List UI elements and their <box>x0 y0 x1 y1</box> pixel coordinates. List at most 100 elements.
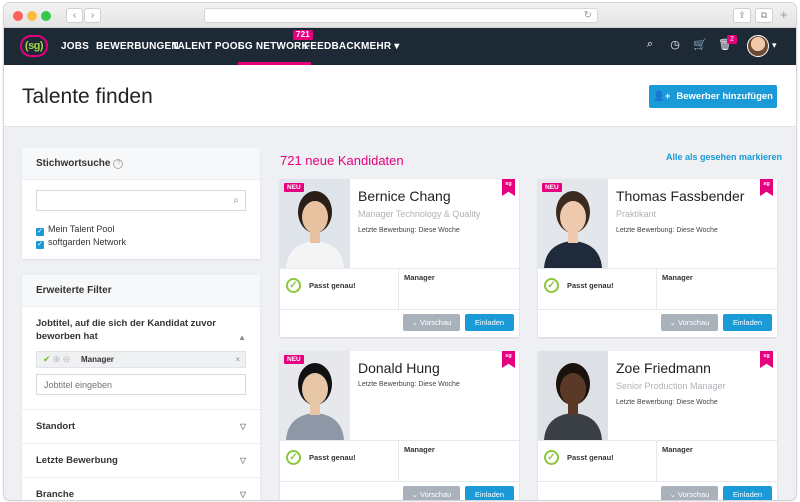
check-circle-icon: ✓ <box>544 278 559 293</box>
accordion-branche[interactable]: Branche ▽ <box>22 477 260 500</box>
invite-button[interactable]: Einladen <box>723 486 772 500</box>
back-icon[interactable]: ‹ <box>66 8 83 23</box>
add-applicant-button[interactable]: 👤+ Bewerber hinzufügen <box>649 85 777 108</box>
candidate-photo[interactable] <box>280 179 350 268</box>
preview-button[interactable]: ⌄ Vorschau <box>661 314 718 331</box>
accordion-letzte-bewerbung[interactable]: Letzte Bewerbung ▽ <box>22 443 260 477</box>
preview-button[interactable]: ⌄ Vorschau <box>403 486 460 500</box>
accordion-standort[interactable]: Standort ▽ <box>22 409 260 443</box>
candidate-card[interactable]: NEU sg Thomas Fassbender Praktikant Letzte B… <box>538 179 777 337</box>
nav-mehr[interactable]: MEHR ▾ <box>361 28 399 65</box>
tag-label: Manager <box>81 355 114 364</box>
candidate-photo[interactable] <box>538 351 608 440</box>
chevron-down-icon[interactable]: ▽ <box>240 410 246 444</box>
sg-network-ribbon-icon: sg <box>760 351 773 368</box>
reload-icon[interactable]: ↻ <box>584 9 592 23</box>
invite-button[interactable]: Einladen <box>465 486 514 500</box>
check-icon[interactable]: ✔ <box>43 354 51 364</box>
chevron-down-icon[interactable]: ▾ <box>772 40 777 51</box>
zoom-window-button[interactable] <box>41 11 51 21</box>
help-icon[interactable]: ? <box>113 159 124 169</box>
jobtitle-filter-text: Jobtitel, auf die sich der Kandidat zuvo… <box>36 318 216 342</box>
candidate-name[interactable]: Donald Hung <box>358 360 440 376</box>
candidate-card[interactable]: NEU sg Donald Hung Letzte Bewerbung: Diese … <box>280 351 519 500</box>
candidate-name[interactable]: Thomas Fassbender <box>616 188 744 204</box>
checkbox-label: softgarden Network <box>48 237 127 247</box>
softgarden-logo[interactable]: (sg) <box>20 35 48 57</box>
checkbox-checked-icon[interactable]: ✓ <box>36 241 44 249</box>
invite-button[interactable]: Einladen <box>465 314 514 331</box>
address-bar[interactable]: ↻ <box>204 8 598 23</box>
candidate-portrait <box>280 351 350 440</box>
keyword-search-title: Stichwortsuche? <box>22 148 260 180</box>
trash-count-badge: 2 <box>727 35 737 44</box>
match-label: Passt genau! <box>309 453 356 462</box>
sg-network-ribbon-icon: sg <box>502 351 515 368</box>
candidate-card[interactable]: NEU sg Bernice Chang Manager Technology & Q… <box>280 179 519 337</box>
forward-icon[interactable]: › <box>84 8 101 23</box>
search-icon[interactable]: ⌕ <box>233 195 239 206</box>
jobtitle-filter-label[interactable]: Jobtitel, auf die sich der Kandidat zuvo… <box>22 307 260 343</box>
sg-network-ribbon-icon: sg <box>760 179 773 196</box>
candidate-portrait <box>538 351 608 440</box>
keyword-search-field[interactable]: ⌕ <box>36 190 246 211</box>
candidate-photo[interactable] <box>538 179 608 268</box>
preview-label: Vorschau <box>678 490 710 499</box>
candidate-role: Senior Production Manager <box>616 381 726 391</box>
preview-button[interactable]: ⌄ Vorschau <box>661 486 718 500</box>
user-avatar[interactable] <box>747 35 769 57</box>
chevron-down-icon[interactable]: ▽ <box>240 478 246 500</box>
nav-sg-network[interactable]: SG NETWORK 721 <box>238 28 313 65</box>
match-indicator: ✓ Passt genau! <box>538 269 657 309</box>
new-badge: NEU <box>542 183 562 192</box>
match-indicator: ✓ Passt genau! <box>538 441 657 481</box>
candidate-name[interactable]: Bernice Chang <box>358 188 451 204</box>
jobtitle-input[interactable] <box>37 375 245 395</box>
minimize-window-button[interactable] <box>27 11 37 21</box>
matched-job-title: Manager <box>662 273 693 282</box>
candidate-card[interactable]: sg Zoe Friedmann Senior Production Manager… <box>538 351 777 500</box>
match-indicator: ✓ Passt genau! <box>280 441 399 481</box>
nav-jobs[interactable]: JOBS <box>61 28 89 65</box>
preview-label: Vorschau <box>420 490 452 499</box>
mark-all-seen-link[interactable]: Alle als gesehen markieren <box>666 152 782 162</box>
matched-job-title: Manager <box>662 445 693 454</box>
candidate-last-application: Letzte Bewerbung: Diese Woche <box>358 227 460 234</box>
checkbox-label: Mein Talent Pool <box>48 224 115 234</box>
nav-bewerbungen[interactable]: BEWERBUNGEN <box>96 28 179 65</box>
checkbox-softgarden-network[interactable]: ✓ softgarden Network <box>36 236 260 249</box>
invite-button[interactable]: Einladen <box>723 314 772 331</box>
close-window-button[interactable] <box>13 11 23 21</box>
chevron-down-icon: ⌄ <box>669 490 679 499</box>
checkbox-mein-talent-pool[interactable]: ✓ Mein Talent Pool <box>36 223 260 236</box>
candidate-last-application: Letzte Bewerbung: Diese Woche <box>616 227 718 234</box>
chevron-up-icon[interactable]: ▲ <box>238 331 246 344</box>
candidate-role: Manager Technology & Quality <box>358 209 481 219</box>
nav-talent-pool[interactable]: TALENT POOL <box>172 28 244 65</box>
jobtitle-tag-manager: ✔ ⊕ ⊖ Manager × <box>36 351 246 368</box>
share-icon[interactable]: ⇪ <box>733 8 751 23</box>
matched-job-title: Manager <box>404 445 435 454</box>
match-label: Passt genau! <box>567 453 614 462</box>
page-header: Talente finden 👤+ Bewerber hinzufügen <box>4 65 796 127</box>
cart-icon[interactable]: 🛒 <box>693 38 707 54</box>
new-badge: NEU <box>284 183 304 192</box>
keyword-search-label: Stichwortsuche <box>36 158 111 169</box>
preview-button[interactable]: ⌄ Vorschau <box>403 314 460 331</box>
checkbox-checked-icon[interactable]: ✓ <box>36 228 44 236</box>
tabs-overview-icon[interactable]: ⧉ <box>755 8 773 23</box>
new-tab-icon[interactable]: + <box>780 7 788 22</box>
plus-circle-icon[interactable]: ⊕ <box>53 354 61 364</box>
clock-icon[interactable]: ◷ <box>668 38 682 54</box>
jobtitle-field[interactable] <box>36 374 246 395</box>
search-icon[interactable]: ⌕ <box>643 38 657 54</box>
keyword-search-input[interactable] <box>37 191 245 211</box>
candidate-photo[interactable] <box>280 351 350 440</box>
chevron-down-icon[interactable]: ▽ <box>240 444 246 478</box>
minus-circle-icon[interactable]: ⊖ <box>63 354 71 364</box>
accordion-label: Branche <box>36 489 75 500</box>
candidate-name[interactable]: Zoe Friedmann <box>616 360 711 376</box>
remove-tag-icon[interactable]: × <box>235 352 240 367</box>
check-circle-icon: ✓ <box>544 450 559 465</box>
nav-feedback[interactable]: FEEDBACK <box>304 28 361 65</box>
